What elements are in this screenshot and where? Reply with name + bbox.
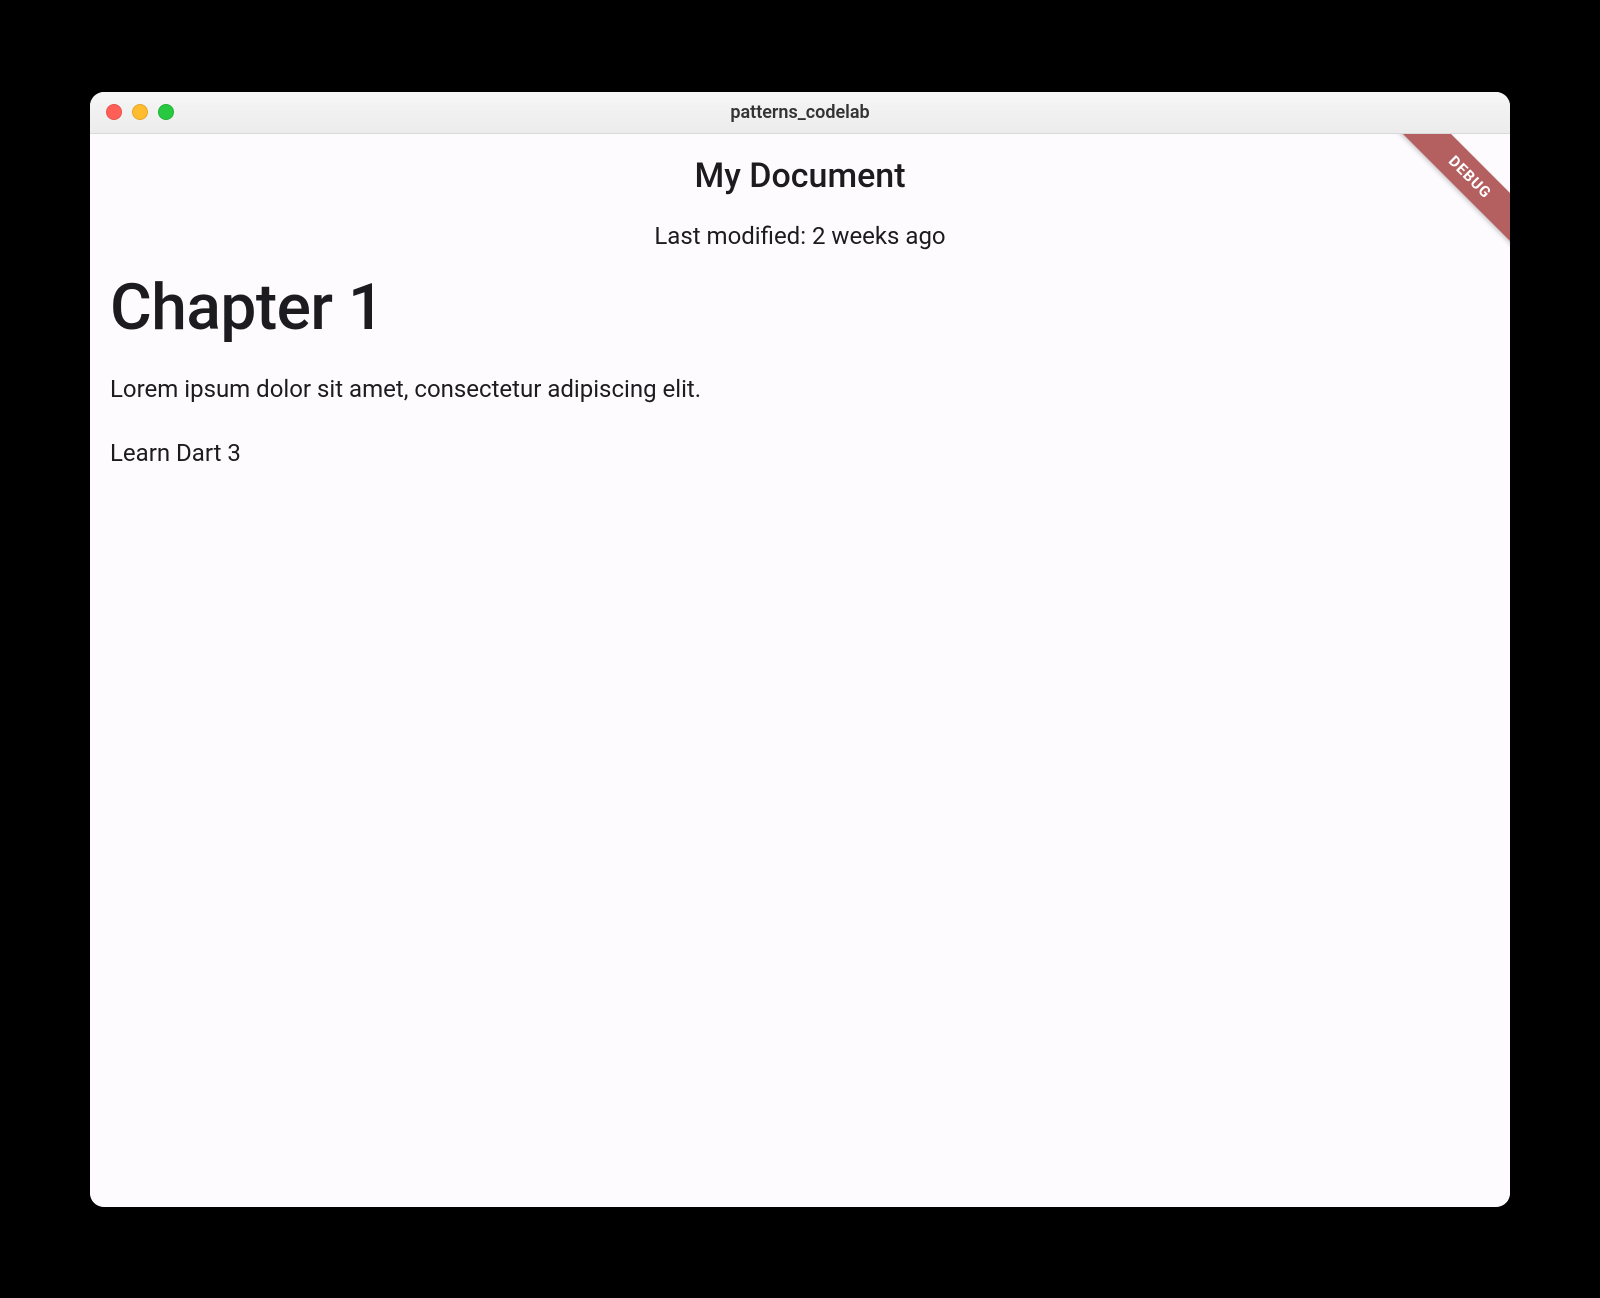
app-header: My Document [90,134,1510,196]
titlebar: patterns_codelab [90,92,1510,134]
last-modified-text: Last modified: 2 weeks ago [90,222,1510,250]
minimize-icon[interactable] [132,104,148,120]
window-title: patterns_codelab [90,102,1510,123]
app-window: patterns_codelab DEBUG My Document Last … [90,92,1510,1207]
content-area: Chapter 1 Lorem ipsum dolor sit amet, co… [90,250,1510,467]
traffic-lights [90,104,174,120]
body-paragraph: Lorem ipsum dolor sit amet, consectetur … [110,374,1490,405]
close-icon[interactable] [106,104,122,120]
app-body: DEBUG My Document Last modified: 2 weeks… [90,134,1510,1207]
zoom-icon[interactable] [158,104,174,120]
page-title: My Document [90,156,1510,196]
list-item: Learn Dart 3 [110,439,1490,467]
chapter-heading: Chapter 1 [110,276,1490,340]
